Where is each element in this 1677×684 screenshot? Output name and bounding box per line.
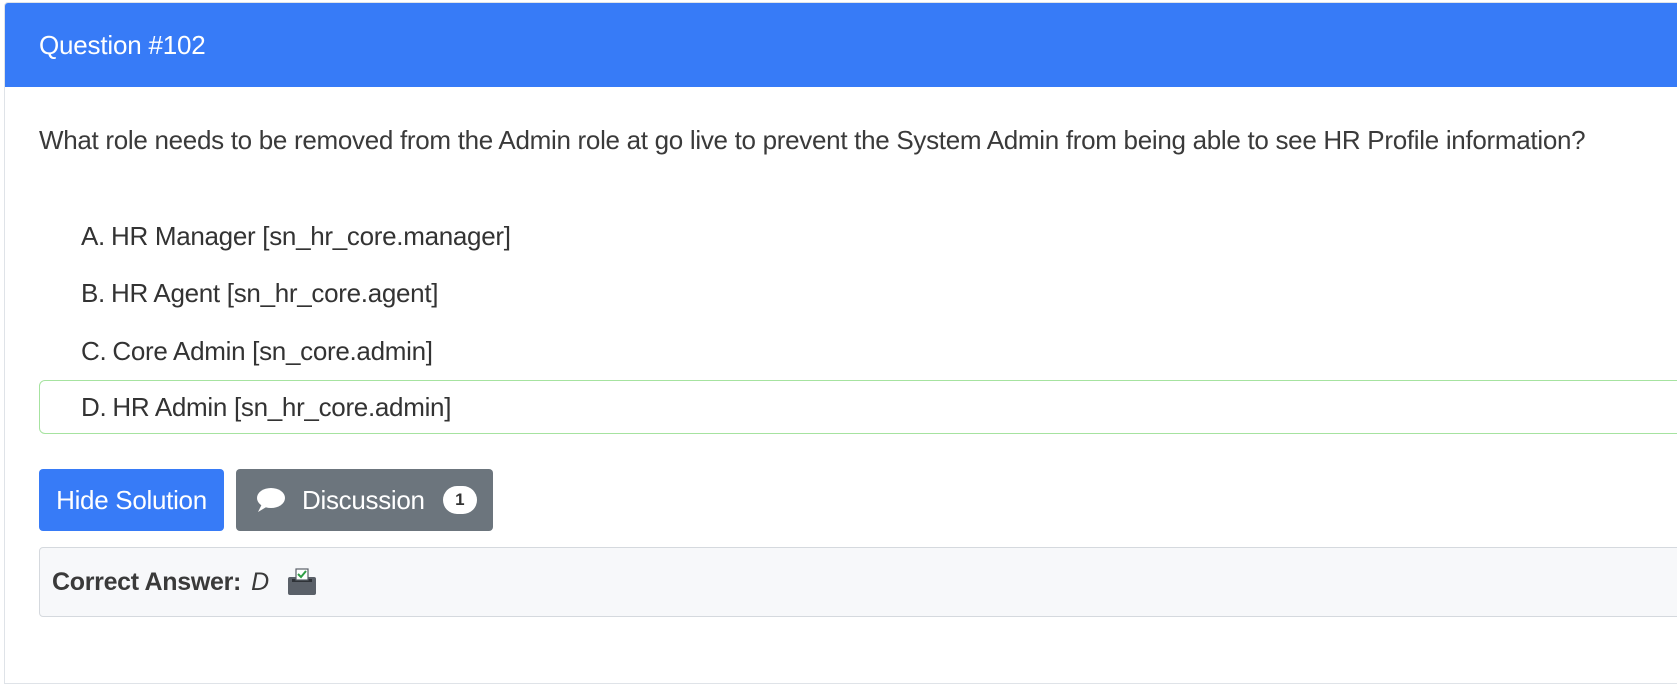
question-number: Question #102 bbox=[39, 30, 206, 60]
hide-solution-button[interactable]: Hide Solution bbox=[39, 469, 224, 531]
correct-answer-label: Correct Answer: bbox=[52, 567, 242, 596]
choice-a[interactable]: A. HR Manager [sn_hr_core.manager] bbox=[39, 209, 1677, 263]
question-header: Question #102 bbox=[5, 3, 1677, 87]
hide-solution-label: Hide Solution bbox=[56, 484, 207, 515]
choice-text: HR Admin [sn_hr_core.admin] bbox=[112, 392, 452, 422]
choice-letter: A. bbox=[81, 221, 105, 251]
choice-text: Core Admin [sn_core.admin] bbox=[112, 336, 433, 366]
choice-b[interactable]: B. HR Agent [sn_hr_core.agent] bbox=[39, 266, 1677, 320]
choice-d-correct[interactable]: D. HR Admin [sn_hr_core.admin] bbox=[39, 380, 1677, 434]
correct-answer-value: D bbox=[251, 567, 269, 596]
discussion-button[interactable]: Discussion 1 bbox=[236, 469, 493, 531]
discussion-label: Discussion bbox=[302, 484, 425, 515]
chat-bubble-icon bbox=[257, 488, 285, 512]
choice-letter: D. bbox=[81, 392, 107, 422]
choice-c[interactable]: C. Core Admin [sn_core.admin] bbox=[39, 324, 1677, 378]
choice-text: HR Agent [sn_hr_core.agent] bbox=[110, 278, 439, 308]
ballot-box-icon[interactable] bbox=[287, 568, 317, 596]
choice-text: HR Manager [sn_hr_core.manager] bbox=[110, 221, 511, 251]
question-card: Question #102 What role needs to be remo… bbox=[4, 2, 1677, 684]
question-text: What role needs to be removed from the A… bbox=[39, 125, 1586, 155]
correct-answer-panel: Correct Answer: D bbox=[39, 547, 1677, 617]
choice-letter: B. bbox=[81, 278, 105, 308]
choice-letter: C. bbox=[81, 336, 107, 366]
discussion-count-badge: 1 bbox=[442, 486, 477, 514]
